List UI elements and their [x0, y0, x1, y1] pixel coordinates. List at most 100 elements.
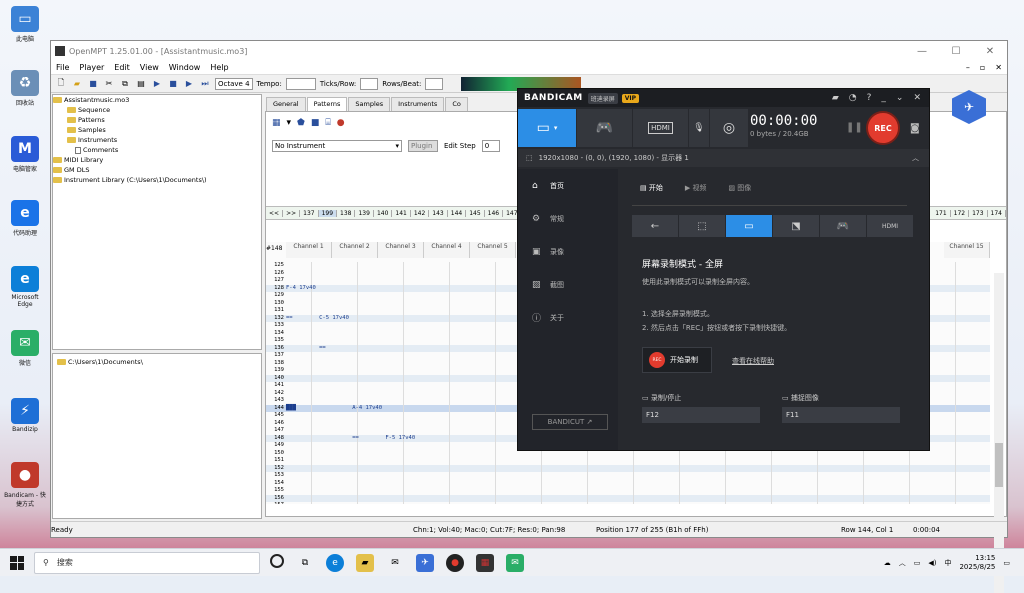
channel-header[interactable]: Channel 1	[286, 242, 332, 258]
copy-icon[interactable]: ⧉	[119, 78, 131, 90]
vip-badge[interactable]: VIP	[621, 93, 639, 103]
order-item[interactable]: 174	[988, 209, 1006, 217]
openmpt-taskbar-icon[interactable]: ▦	[476, 553, 494, 572]
webcam-button[interactable]: ◎	[710, 109, 748, 147]
mdi-minimize-button[interactable]: –	[961, 63, 975, 72]
new-file-icon[interactable]: 🗋	[55, 78, 67, 90]
desktop-icon[interactable]: ⚡ Bandizip	[4, 398, 46, 433]
fullscreen-mode-icon[interactable]: ▭	[726, 215, 772, 237]
system-clock[interactable]: 13:15 2025/8/25	[959, 554, 995, 572]
row-cells[interactable]: == F-5 17v40	[286, 435, 415, 441]
sidebar-item-video[interactable]: ▣ 录像	[518, 235, 618, 268]
feishu-icon[interactable]: ✈	[416, 553, 434, 572]
channel-header[interactable]: Channel 5	[470, 242, 516, 258]
order-list-right[interactable]: 171 172 173 174	[932, 209, 1006, 217]
pattern-row[interactable]: 157	[266, 502, 990, 504]
order-item[interactable]: 144	[448, 209, 467, 217]
channel-header[interactable]: Channel 3	[378, 242, 424, 258]
mdi-close-button[interactable]: ✕	[990, 63, 1007, 72]
pattern-tool-icon[interactable]: ⬟	[297, 118, 305, 128]
ime-indicator[interactable]: 中	[944, 558, 951, 568]
minimize-button[interactable]: —	[905, 46, 939, 57]
mic-button[interactable]: 🎙	[689, 109, 709, 147]
game-mode-button[interactable]: 🎮	[577, 109, 632, 147]
order-item[interactable]: 173	[969, 209, 988, 217]
order-item[interactable]: 171	[932, 209, 951, 217]
chevron-up-icon[interactable]: ︿	[899, 558, 906, 568]
pattern-row[interactable]: 153	[266, 472, 990, 480]
minimize-button[interactable]: _	[881, 93, 886, 103]
order-item[interactable]: 143	[429, 209, 448, 217]
order-item[interactable]: 138	[337, 209, 356, 217]
dropdown-icon[interactable]: ▾	[287, 118, 292, 128]
cut-icon[interactable]: ✂	[103, 78, 115, 90]
order-item[interactable]: 172	[951, 209, 970, 217]
tree-root[interactable]: Assistantmusic.mo3	[53, 95, 261, 105]
tree-item-patterns[interactable]: Patterns	[53, 115, 261, 125]
row-cells[interactable]: == C-5 17v40	[286, 315, 349, 321]
network-icon[interactable]: ▭	[914, 559, 921, 567]
row-cells[interactable]: F-4 17v40	[286, 285, 316, 291]
play-icon[interactable]: ▶	[151, 78, 163, 90]
tab-samples[interactable]: Samples	[348, 97, 391, 111]
windows-start-icon[interactable]	[10, 555, 24, 570]
paste-icon[interactable]: ▤	[135, 78, 147, 90]
tree-item-instrument-library[interactable]: Instrument Library (C:\Users\1\Documents…	[53, 175, 261, 185]
folder-path[interactable]: C:\Users\1\Documents\	[68, 358, 143, 366]
tab-instruments[interactable]: Instruments	[391, 97, 445, 111]
volume-icon[interactable]: ◀)	[928, 559, 936, 567]
pattern-row[interactable]: 155	[266, 487, 990, 495]
channel-header[interactable]: Channel 4	[424, 242, 470, 258]
close-button[interactable]: ✕	[973, 46, 1007, 57]
order-item[interactable]: <<	[266, 209, 284, 217]
plugin-button[interactable]: Plugin	[408, 140, 438, 152]
desktop-icon[interactable]: e Microsoft Edge	[4, 266, 46, 308]
desktop-icon[interactable]: ✉ 微信	[4, 330, 46, 367]
subtab-start[interactable]: ▤ 开始	[640, 183, 663, 193]
sidebar-item-general[interactable]: ⚙ 常规	[518, 202, 618, 235]
sidebar-item-home[interactable]: ⌂ 首页	[518, 169, 618, 202]
device-mode-button[interactable]: HDMI	[633, 109, 688, 147]
order-item[interactable]: 140	[374, 209, 393, 217]
pattern-row[interactable]: 152	[266, 464, 990, 472]
help-icon[interactable]: ?	[867, 93, 872, 103]
tree-item-samples[interactable]: Samples	[53, 125, 261, 135]
hdmi-mode-icon[interactable]: HDMI	[867, 215, 913, 237]
channel-header[interactable]: Channel 2	[332, 242, 378, 258]
sidebar-item-image[interactable]: ▨ 截图	[518, 268, 618, 301]
menu-file[interactable]: File	[51, 63, 74, 72]
mail-icon[interactable]: ✉	[386, 554, 404, 572]
instrument-select[interactable]: No Instrument ▾	[272, 140, 402, 152]
ticks-input[interactable]	[360, 77, 379, 90]
start-recording-button[interactable]: REC 开始录制	[642, 347, 712, 373]
sidebar-item-about[interactable]: ⓘ 关于	[518, 301, 618, 334]
pattern-tool-icon[interactable]: ■	[311, 118, 320, 128]
order-item[interactable]: 137	[300, 209, 319, 217]
bandicut-button[interactable]: BANDICUT ↗	[532, 414, 608, 430]
order-item[interactable]: 141	[392, 209, 411, 217]
order-item[interactable]: 146	[485, 209, 504, 217]
pattern-scrollbar[interactable]	[994, 273, 1004, 593]
open-folder-icon[interactable]: ▰	[71, 78, 83, 90]
cursor-mode-icon[interactable]: ⬔	[773, 215, 819, 237]
back-arrow-icon[interactable]: ←	[632, 215, 678, 237]
octave-select[interactable]: Octave 4	[215, 77, 253, 90]
region-mode-icon[interactable]: ⬚	[679, 215, 725, 237]
pause-icon[interactable]: ❚❚	[846, 122, 863, 133]
hotkey-record-field[interactable]: F12	[642, 407, 760, 423]
record-icon[interactable]: ●	[337, 118, 345, 128]
play-from-start-icon[interactable]: ⏭	[199, 78, 211, 90]
pattern-tool-icon[interactable]: ⌸	[325, 118, 330, 128]
tempo-input[interactable]	[285, 77, 316, 90]
resolution-bar[interactable]: ⬚ 1920x1080 - (0, 0), (1920, 1080) - 显示器…	[518, 149, 929, 167]
hotkey-capture-field[interactable]: F11	[782, 407, 900, 423]
maximize-button[interactable]: ☐	[939, 46, 973, 57]
game-mode-icon[interactable]: 🎮	[820, 215, 866, 237]
stop-icon[interactable]: ■	[167, 78, 179, 90]
menu-edit[interactable]: Edit	[109, 63, 135, 72]
chevron-up-icon[interactable]: ︿	[912, 153, 929, 163]
save-icon[interactable]: ■	[87, 78, 99, 90]
rec-button[interactable]: REC	[866, 111, 900, 145]
edit-step-input[interactable]: 0	[481, 140, 500, 152]
close-button[interactable]: ✕	[913, 93, 921, 103]
